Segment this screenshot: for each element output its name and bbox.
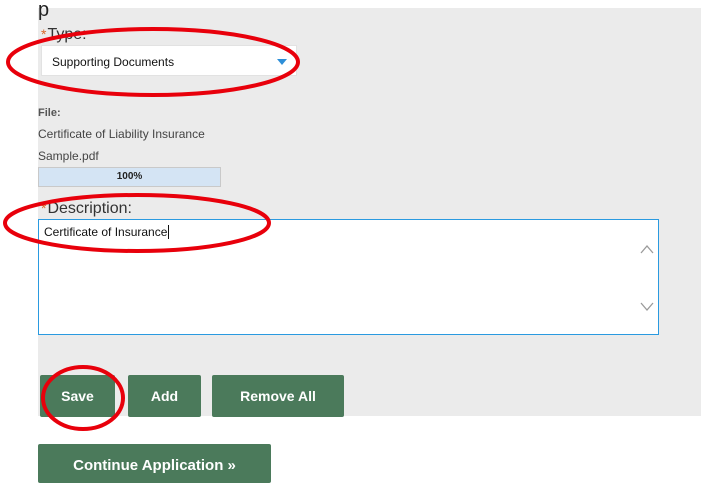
description-label-text: Description: — [47, 200, 132, 217]
description-text: Certificate of Insurance — [44, 225, 168, 239]
upload-progress-text: 100% — [116, 171, 143, 182]
upload-progress-bar: 100% — [38, 167, 221, 187]
add-button[interactable]: Add — [128, 375, 201, 417]
text-caret — [168, 225, 170, 239]
page: p *Type: Supporting Documents File: Cert… — [0, 0, 701, 483]
chevron-up-icon[interactable] — [640, 244, 654, 254]
description-textarea[interactable]: Certificate of Insurance — [38, 219, 659, 335]
cropped-heading-fragment: p — [38, 0, 50, 21]
type-select-value: Supporting Documents — [52, 55, 175, 69]
file-name: Certificate of Liability Insurance Sampl… — [38, 127, 205, 163]
description-textarea-value: Certificate of Insurance — [44, 225, 170, 239]
type-label: *Type: — [41, 26, 87, 44]
required-marker: * — [41, 26, 47, 42]
caret-down-icon — [277, 59, 287, 65]
description-label: *Description: — [41, 200, 132, 218]
type-select[interactable]: Supporting Documents — [41, 45, 297, 76]
file-label: File: — [38, 107, 61, 119]
type-label-text: Type: — [47, 26, 87, 43]
chevron-down-icon[interactable] — [640, 302, 654, 312]
required-marker: * — [41, 200, 47, 216]
remove-all-button[interactable]: Remove All — [212, 375, 344, 417]
save-button[interactable]: Save — [40, 375, 115, 417]
continue-application-button[interactable]: Continue Application » — [38, 444, 271, 483]
